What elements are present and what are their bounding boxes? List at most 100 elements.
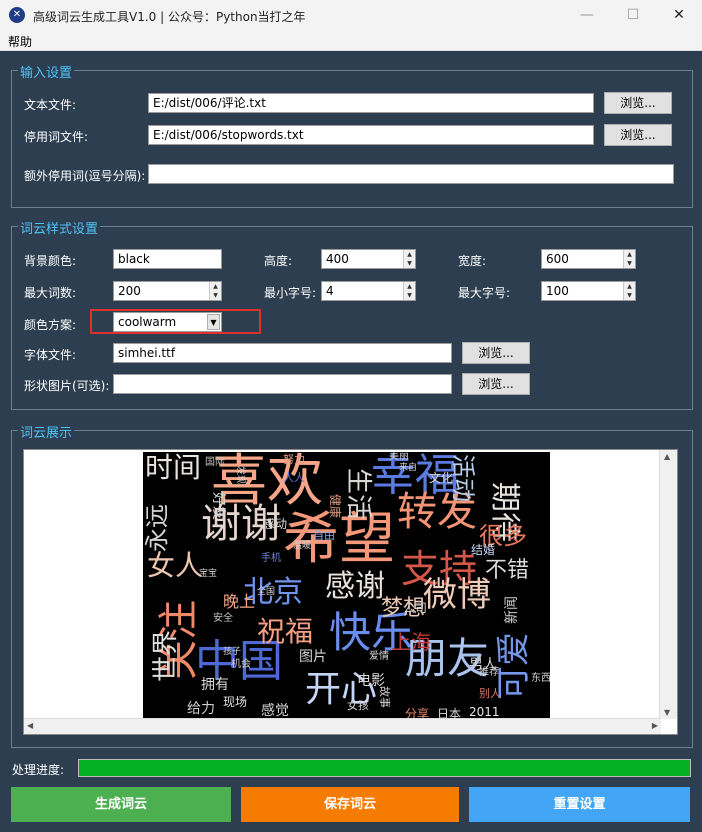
wordcloud-word: 温暖 [293,541,312,551]
wordcloud-word: 祝福 [257,615,314,648]
height-value: 400 [326,252,349,266]
wordcloud-word: 新闻 [504,596,520,624]
wordcloud-word: 感动 [263,517,288,531]
maximize-button[interactable]: ☐ [610,0,656,30]
menu-help[interactable]: 帮助 [8,33,32,50]
wordcloud-word: 努力 [283,453,305,466]
scroll-up-icon[interactable]: ▲ [664,452,670,461]
bg-color-input[interactable]: black [113,249,222,269]
max-font-spinbox[interactable]: 100 ▲ ▼ [541,281,636,301]
height-spinbox[interactable]: 400 ▲ ▼ [321,249,416,269]
stopwords-file-label: 停用词文件: [24,130,89,144]
reset-settings-button[interactable]: 重置设置 [469,787,690,822]
wordcloud-word: 公司 [403,601,428,615]
max-words-label: 最大词数: [24,286,77,300]
wordcloud-word: 故事 [378,686,391,708]
height-label: 高度: [264,254,293,268]
font-file-input[interactable]: simhei.ttf [113,343,452,363]
horizontal-scrollbar[interactable]: ◀ ▶ [24,718,661,734]
progress-bar [78,759,691,777]
wordcloud-word: 宝宝 [199,569,218,579]
wordcloud-image: 喜欢 希望 幸福 谢谢 中国 快乐 开心 朋友 关注 转发 支持 感谢 微博 北京 祝福 期待 时间 永远 可爱 女人… [143,452,550,719]
spin-arrows-icon[interactable]: ▲ ▼ [623,250,635,268]
wordcloud-word: 现场 [223,695,248,709]
text-file-input[interactable]: E:/dist/006/评论.txt [148,93,594,113]
wordcloud-word: 文化 [429,471,454,485]
wordcloud-word: 女人 [147,549,204,582]
wordcloud-word: 别人 [479,687,501,700]
colormap-label: 颜色方案: [24,318,77,332]
wordcloud-word: 2011 [469,705,500,719]
extra-stopwords-label: 额外停用词(逗号分隔): [24,169,146,183]
minimize-button[interactable]: — [564,0,610,30]
mask-image-input[interactable] [113,374,452,394]
min-font-value: 4 [326,284,334,298]
spin-arrows-icon[interactable]: ▲ ▼ [209,282,221,300]
spin-arrows-icon[interactable]: ▲ ▼ [623,282,635,300]
chevron-down-icon[interactable]: ▼ [207,314,220,330]
title-bar: ✕ 高级词云生成工具V1.0 | 公众号：Python当打之年 — ☐ ✕ [0,0,702,30]
wordcloud-word: 可爱 [494,632,534,700]
spin-arrows-icon[interactable]: ▲ ▼ [403,282,415,300]
wordcloud-word: 安全 [213,613,233,624]
max-font-label: 最大字号: [458,286,511,300]
max-words-value: 200 [118,284,141,298]
extra-stopwords-input[interactable] [148,164,674,184]
spin-arrows-icon[interactable]: ▲ ▼ [403,250,415,268]
wordcloud-word: 活动 [449,454,477,502]
wordcloud-word: 人人 [283,471,305,484]
colormap-combobox[interactable]: coolwarm ▼ [113,312,222,332]
scroll-left-icon[interactable]: ◀ [27,721,33,730]
min-font-spinbox[interactable]: 4 ▲ ▼ [321,281,416,301]
wordcloud-word: 给力 [187,701,215,717]
wordcloud-word: 拥有 [201,677,229,693]
stopwords-browse-button[interactable]: 浏览... [604,124,672,146]
wordcloud-word: 好友 [210,492,226,520]
wordcloud-word: 推荐 [479,667,499,678]
width-spinbox[interactable]: 600 ▲ ▼ [541,249,636,269]
wordcloud-word: 感觉 [261,703,289,719]
width-label: 宽度: [458,254,487,268]
input-settings-legend: 输入设置 [18,62,75,81]
bg-color-label: 背景颜色: [24,254,77,268]
wordcloud-word: 健康 [328,494,342,519]
wordcloud-word: 图片 [299,649,327,665]
text-file-label: 文本文件: [24,98,77,112]
wordcloud-word: 孩子 [223,647,242,657]
wordcloud-word: 来自 [399,463,418,473]
text-file-browse-button[interactable]: 浏览... [604,92,672,114]
scroll-right-icon[interactable]: ▶ [652,721,658,730]
wordcloud-word: 上海 [391,630,431,654]
max-words-spinbox[interactable]: 200 ▲ ▼ [113,281,222,301]
wordcloud-word: 爱情 [369,651,389,662]
colormap-value: coolwarm [118,315,177,329]
min-font-label: 最小字号: [264,286,317,300]
wordcloud-display-legend: 词云展示 [18,422,75,441]
vertical-scrollbar[interactable]: ▲ ▼ [659,450,677,719]
wordcloud-word: 生活 [343,468,373,521]
stopwords-file-input[interactable]: E:/dist/006/stopwords.txt [148,125,594,145]
width-value: 600 [546,252,569,266]
save-wordcloud-button[interactable]: 保存词云 [241,787,459,822]
wordcloud-word: 时间 [145,452,202,484]
generate-wordcloud-button[interactable]: 生成词云 [11,787,231,822]
wordcloud-word: 国际 [205,457,225,468]
wordcloud-word: 结婚 [471,543,496,557]
progress-bar-fill [79,760,690,776]
wordcloud-word: 世界 [151,629,181,682]
wordcloud-canvas[interactable]: 喜欢 希望 幸福 谢谢 中国 快乐 开心 朋友 关注 转发 支持 感谢 微博 北京 祝福 期待 时间 永远 可爱 女人… [23,449,678,735]
max-font-value: 100 [546,284,569,298]
style-settings-legend: 词云样式设置 [18,218,101,237]
wordcloud-word: 女孩 [347,699,369,712]
font-file-browse-button[interactable]: 浏览... [462,342,530,364]
close-button[interactable]: ✕ [656,0,702,30]
wordcloud-word: 美丽 [389,452,409,462]
scroll-down-icon[interactable]: ▼ [664,708,670,717]
wordcloud-word: 手机 [261,553,281,564]
mask-image-browse-button[interactable]: 浏览... [462,373,530,395]
wordcloud-word: 希望 [283,507,395,572]
wordcloud-word: 自由 [313,529,335,542]
font-file-label: 字体文件: [24,348,77,362]
mask-image-label: 形状图片(可选): [24,379,110,393]
wordcloud-word: 晚上 [223,592,256,611]
